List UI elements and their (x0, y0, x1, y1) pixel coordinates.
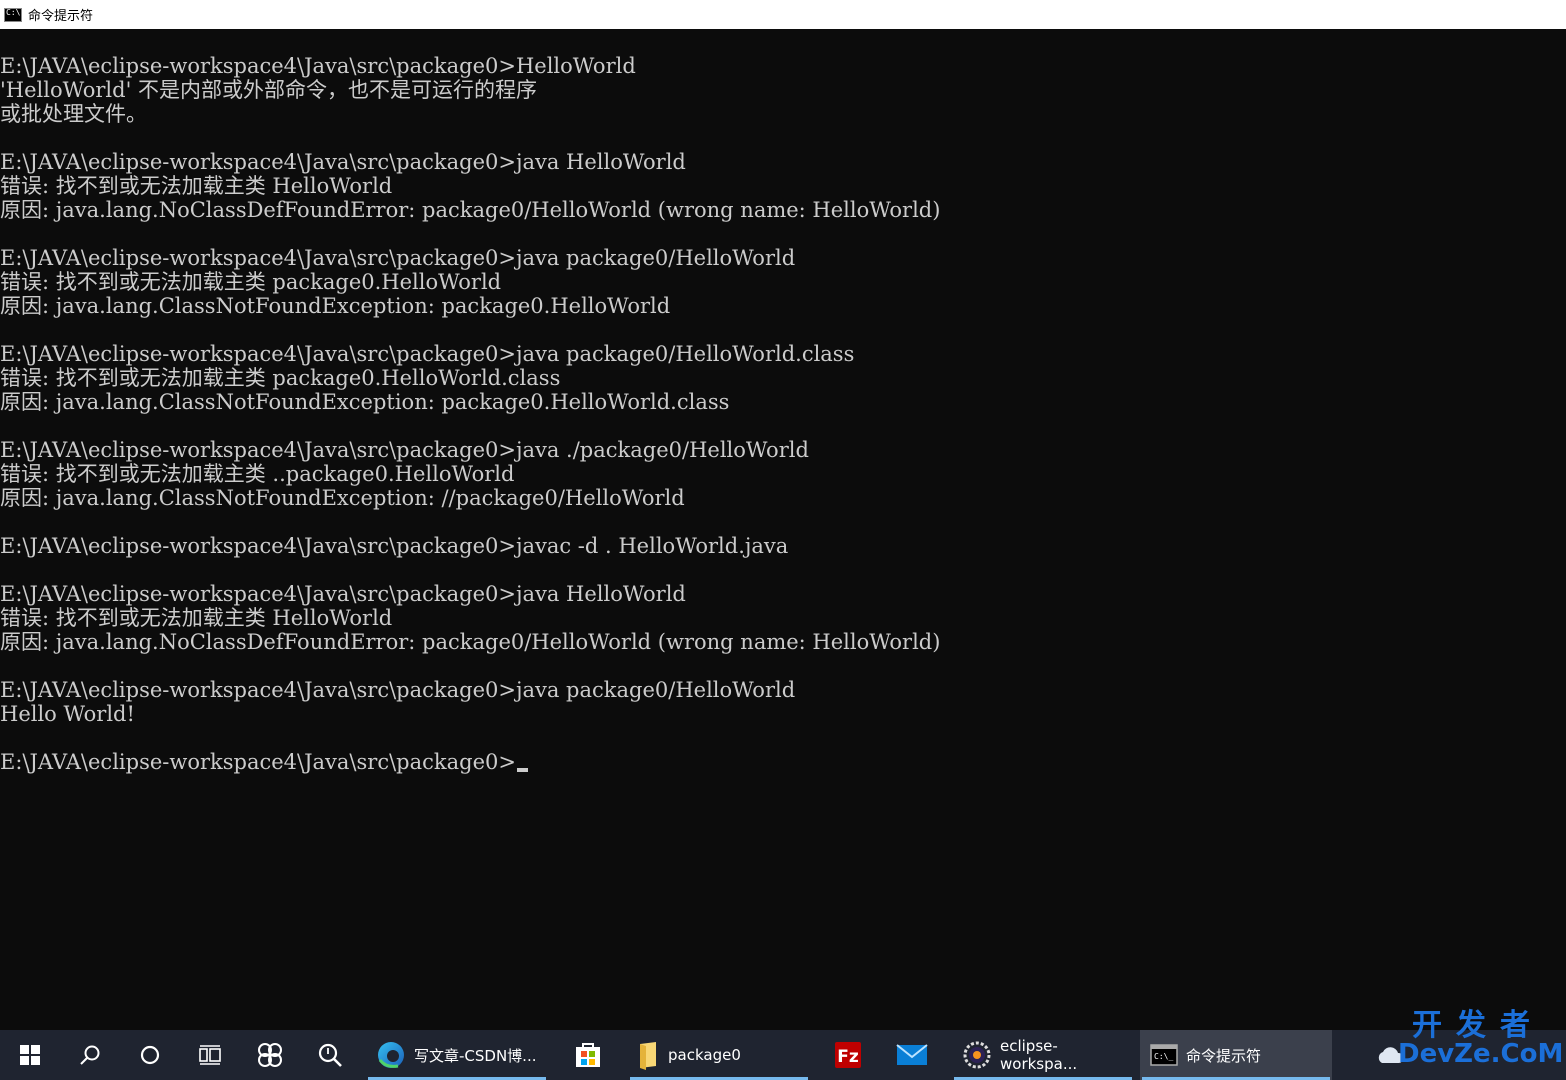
edge-icon (376, 1040, 406, 1070)
console-line: 错误: 找不到或无法加载主类 package0.HelloWorld.class (0, 366, 561, 390)
search-button[interactable] (60, 1030, 120, 1080)
console-line: E:\JAVA\eclipse-workspace4\Java\src\pack… (0, 750, 1560, 774)
cortana-icon (140, 1045, 160, 1065)
watermark-cn: 开发者 (1412, 1008, 1544, 1043)
eclipse-icon (962, 1040, 992, 1070)
title-bar[interactable]: 命令提示符 (0, 0, 1566, 29)
cmd-icon: C:\_ (1150, 1044, 1178, 1066)
taskbar-app-label: package0 (668, 1046, 741, 1064)
taskbar-app-filezilla[interactable]: Fz (816, 1030, 880, 1080)
console-line: 原因: java.lang.NoClassDefFoundError: pack… (0, 630, 941, 654)
taskbar-app-cmd[interactable]: C:\_ 命令提示符 (1140, 1030, 1332, 1080)
console-line: 原因: java.lang.ClassNotFoundException: //… (0, 486, 685, 510)
watermark-en: DevZe.CoM (1398, 1039, 1564, 1069)
console-line: E:\JAVA\eclipse-workspace4\Java\src\pack… (0, 582, 686, 606)
console-line: E:\JAVA\eclipse-workspace4\Java\src\pack… (0, 534, 789, 558)
console-line: 错误: 找不到或无法加载主类 HelloWorld (0, 606, 393, 630)
console-line: E:\JAVA\eclipse-workspace4\Java\src\pack… (0, 246, 796, 270)
taskbar-app-mail[interactable] (880, 1030, 944, 1080)
taskbar: 写文章-CSDN博... package0 Fz eclipse-workspa… (0, 1030, 1566, 1080)
cmd-icon (4, 7, 22, 22)
window-title: 命令提示符 (28, 9, 94, 24)
taskbar-app-store[interactable] (556, 1030, 620, 1080)
console-line: Hello World! (0, 702, 135, 726)
taskbar-app-label: eclipse-workspa... (1000, 1037, 1078, 1073)
taskbar-app-eclipse[interactable]: eclipse-workspa... (952, 1030, 1134, 1080)
windows-icon (20, 1045, 40, 1065)
console-line: E:\JAVA\eclipse-workspace4\Java\src\pack… (0, 342, 855, 366)
svg-text:C:\_: C:\_ (1154, 1052, 1173, 1061)
watermark: 开发者 DevZe.CoM (1398, 1008, 1564, 1069)
taskbar-app-label: 命令提示符 (1186, 1046, 1262, 1065)
store-icon (573, 1040, 603, 1070)
console-line: E:\JAVA\eclipse-workspace4\Java\src\pack… (0, 678, 796, 702)
console-line: E:\JAVA\eclipse-workspace4\Java\src\pack… (0, 150, 686, 174)
cortana-button[interactable] (120, 1030, 180, 1080)
task-view-button[interactable] (180, 1030, 240, 1080)
taskbar-app-edge[interactable]: 写文章-CSDN博... (366, 1030, 548, 1080)
console-line: E:\JAVA\eclipse-workspace4\Java\src\pack… (0, 438, 809, 462)
pinwheel-app-button[interactable] (240, 1030, 300, 1080)
command-prompt-window[interactable]: 命令提示符 E:\JAVA\eclipse-workspace4\Java\sr… (0, 0, 1566, 1030)
taskbar-app-label: 写文章-CSDN博... (414, 1046, 537, 1065)
filezilla-icon: Fz (833, 1040, 863, 1070)
magnifier-icon (318, 1043, 342, 1067)
scrollbar[interactable] (1562, 29, 1566, 1030)
taskbar-app-explorer[interactable]: package0 (628, 1030, 810, 1080)
console-line: 原因: java.lang.ClassNotFoundException: pa… (0, 294, 671, 318)
console-line: 错误: 找不到或无法加载主类 HelloWorld (0, 174, 393, 198)
svg-text:Fz: Fz (837, 1047, 859, 1067)
pinwheel-icon (258, 1043, 282, 1067)
magnifier-app-button[interactable] (300, 1030, 360, 1080)
text-cursor (516, 768, 528, 772)
console-line: E:\JAVA\eclipse-workspace4\Java\src\pack… (0, 54, 636, 78)
mail-icon (896, 1043, 928, 1067)
console-output[interactable]: E:\JAVA\eclipse-workspace4\Java\src\pack… (0, 54, 1560, 1024)
start-button[interactable] (0, 1030, 60, 1080)
console-line: 错误: 找不到或无法加载主类 ..package0.HelloWorld (0, 462, 515, 486)
task-view-icon (199, 1045, 221, 1065)
folder-icon (638, 1040, 660, 1070)
console-line: 原因: java.lang.ClassNotFoundException: pa… (0, 390, 730, 414)
console-line: 原因: java.lang.NoClassDefFoundError: pack… (0, 198, 941, 222)
console-line: 错误: 找不到或无法加载主类 package0.HelloWorld (0, 270, 502, 294)
console-line: 或批处理文件。 (0, 102, 147, 126)
console-line: 'HelloWorld' 不是内部或外部命令，也不是可运行的程序 (0, 78, 538, 102)
search-icon (80, 1045, 100, 1065)
